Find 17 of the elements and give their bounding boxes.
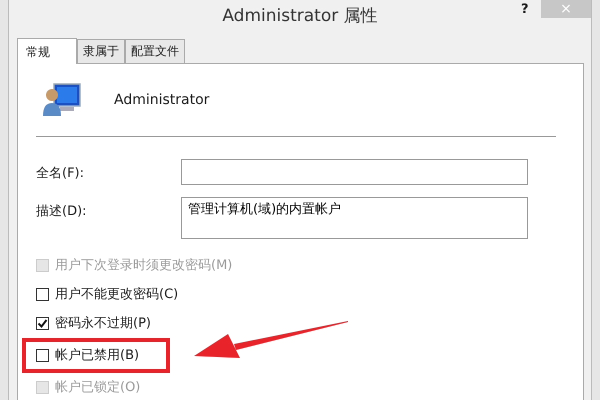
window-title: Administrator 属性 (222, 5, 378, 28)
field-label: 描述(D): (36, 203, 88, 221)
field-label: 全名(F): (36, 165, 86, 183)
tab[interactable]: 常规 (17, 38, 77, 64)
checkbox[interactable] (36, 349, 49, 362)
help-button[interactable]: ? (521, 0, 529, 20)
checkbox[interactable] (36, 317, 49, 330)
checkbox-label[interactable]: 帐户已禁用(B) (55, 348, 140, 364)
checkbox[interactable] (36, 288, 49, 301)
tab[interactable]: 隶属于 (77, 39, 125, 63)
description-field[interactable]: 管理计算机(域)的内置帐户 (181, 197, 528, 239)
checkbox-label[interactable]: 用户不能更改密码(C) (55, 286, 178, 302)
checkbox-label[interactable]: 密码永不过期(P) (55, 316, 151, 332)
user-icon (42, 83, 82, 117)
user-name: Administrator (114, 90, 210, 110)
tab[interactable]: 配置文件 (125, 39, 185, 63)
full-name-field[interactable] (181, 159, 528, 185)
